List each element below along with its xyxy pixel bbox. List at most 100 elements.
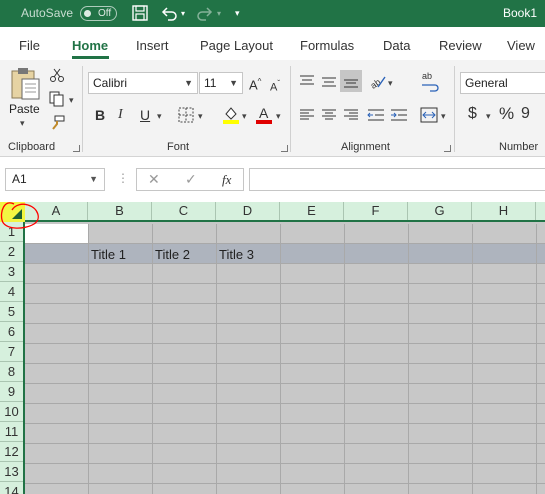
cell-c2[interactable]: Title 2 bbox=[155, 246, 190, 264]
tab-file[interactable]: File bbox=[19, 38, 40, 53]
tab-page-layout[interactable]: Page Layout bbox=[200, 38, 273, 53]
tab-home[interactable]: Home bbox=[72, 38, 108, 53]
redo-icon[interactable] bbox=[196, 4, 214, 22]
column-header-e[interactable]: E bbox=[280, 202, 344, 220]
row-header-7[interactable]: 7 bbox=[0, 342, 23, 362]
copy-dropdown-icon[interactable]: ▾ bbox=[69, 95, 74, 106]
italic-button[interactable]: I bbox=[118, 106, 123, 124]
align-center-icon[interactable] bbox=[321, 108, 337, 122]
fill-color-dropdown-icon[interactable]: ▾ bbox=[242, 111, 247, 122]
clipboard-launcher-icon[interactable] bbox=[73, 145, 80, 152]
row-header-10[interactable]: 10 bbox=[0, 402, 23, 422]
undo-dropdown-icon[interactable]: ▾ bbox=[181, 9, 185, 18]
save-icon[interactable] bbox=[131, 4, 149, 22]
currency-button[interactable]: $ bbox=[468, 105, 477, 123]
ribbon: Paste ▾ ▾ Clipboard Calibri ▼ 11 ▼ A^ Aˇ… bbox=[0, 60, 545, 157]
font-size-value: 11 bbox=[204, 76, 217, 90]
merge-center-icon[interactable] bbox=[420, 106, 438, 124]
align-bottom-button[interactable] bbox=[340, 70, 362, 92]
row-header-2[interactable]: 2 bbox=[0, 242, 23, 262]
cancel-icon[interactable]: ✕ bbox=[148, 171, 160, 188]
orientation-icon[interactable]: ab bbox=[368, 73, 386, 89]
name-box[interactable]: A1 ▼ bbox=[5, 168, 105, 191]
cell-b2[interactable]: Title 1 bbox=[91, 246, 126, 264]
row-header-12[interactable]: 12 bbox=[0, 442, 23, 462]
font-size-select[interactable]: 11 ▼ bbox=[199, 72, 243, 94]
toggle-knob bbox=[84, 10, 91, 17]
font-launcher-icon[interactable] bbox=[281, 145, 288, 152]
format-painter-icon[interactable] bbox=[49, 115, 65, 131]
enter-icon[interactable]: ✓ bbox=[185, 171, 197, 188]
number-format-select[interactable]: General bbox=[460, 72, 545, 94]
cut-icon[interactable] bbox=[49, 67, 65, 83]
underline-button[interactable]: U bbox=[140, 106, 150, 124]
cell-area[interactable]: Title 1 Title 2 Title 3 bbox=[25, 224, 545, 494]
insert-function-button[interactable]: fx bbox=[222, 172, 231, 188]
increase-indent-icon[interactable] bbox=[390, 108, 408, 122]
column-header-f[interactable]: F bbox=[344, 202, 408, 220]
row-header-6[interactable]: 6 bbox=[0, 322, 23, 342]
column-header-g[interactable]: G bbox=[408, 202, 472, 220]
row-header-9[interactable]: 9 bbox=[0, 382, 23, 402]
underline-dropdown-icon[interactable]: ▾ bbox=[157, 111, 162, 122]
comma-style-button[interactable]: 9 bbox=[521, 105, 530, 123]
paste-dropdown-icon[interactable]: ▾ bbox=[20, 118, 25, 129]
orientation-dropdown-icon[interactable]: ▾ bbox=[388, 78, 393, 89]
customize-quick-access-icon[interactable]: ▾ bbox=[235, 8, 240, 19]
currency-dropdown-icon[interactable]: ▾ bbox=[486, 111, 491, 122]
font-name-select[interactable]: Calibri ▼ bbox=[88, 72, 198, 94]
decrease-indent-icon[interactable] bbox=[367, 108, 385, 122]
row-header-3[interactable]: 3 bbox=[0, 262, 23, 282]
tab-review[interactable]: Review bbox=[439, 38, 482, 53]
wrap-text-icon[interactable]: ab bbox=[420, 70, 440, 92]
gridline bbox=[25, 243, 545, 244]
borders-dropdown-icon[interactable]: ▾ bbox=[198, 111, 203, 122]
formula-input[interactable] bbox=[249, 168, 545, 191]
paste-label[interactable]: Paste bbox=[9, 102, 40, 116]
row-header-5[interactable]: 5 bbox=[0, 302, 23, 322]
font-color-dropdown-icon[interactable]: ▾ bbox=[276, 111, 281, 122]
tab-view[interactable]: View bbox=[507, 38, 535, 53]
gridline bbox=[25, 383, 545, 384]
tab-formulas[interactable]: Formulas bbox=[300, 38, 354, 53]
row-header-14[interactable]: 14 bbox=[0, 482, 23, 494]
decrease-font-size-icon[interactable]: Aˇ bbox=[270, 75, 280, 97]
fill-color-icon[interactable] bbox=[222, 105, 240, 125]
column-header-b[interactable]: B bbox=[88, 202, 152, 220]
align-left-icon[interactable] bbox=[299, 108, 315, 122]
alignment-launcher-icon[interactable] bbox=[444, 145, 451, 152]
borders-icon[interactable] bbox=[178, 107, 194, 123]
copy-icon[interactable] bbox=[49, 91, 65, 107]
column-header-c[interactable]: C bbox=[152, 202, 216, 220]
gridline bbox=[88, 224, 89, 494]
autosave-label: AutoSave bbox=[21, 6, 74, 20]
redo-dropdown-icon[interactable]: ▾ bbox=[217, 9, 221, 18]
percent-button[interactable]: % bbox=[499, 105, 514, 123]
row-header-4[interactable]: 4 bbox=[0, 282, 23, 302]
font-color-icon[interactable]: A bbox=[255, 105, 273, 125]
tab-insert[interactable]: Insert bbox=[136, 38, 169, 53]
autosave-toggle[interactable]: Off bbox=[80, 6, 117, 21]
bold-button[interactable]: B bbox=[95, 106, 105, 124]
align-middle-icon[interactable] bbox=[321, 74, 337, 88]
drag-handle-icon[interactable]: ⋮ bbox=[117, 171, 129, 185]
align-top-icon[interactable] bbox=[299, 74, 315, 88]
row-header-8[interactable]: 8 bbox=[0, 362, 23, 382]
gridline bbox=[152, 224, 153, 494]
column-header-d[interactable]: D bbox=[216, 202, 280, 220]
gridline bbox=[25, 303, 545, 304]
row-header-13[interactable]: 13 bbox=[0, 462, 23, 482]
row-header-11[interactable]: 11 bbox=[0, 422, 23, 442]
align-right-icon[interactable] bbox=[343, 108, 359, 122]
column-header-h[interactable]: H bbox=[472, 202, 536, 220]
font-group-label: Font bbox=[167, 141, 190, 153]
increase-font-size-icon[interactable]: A^ bbox=[249, 73, 261, 94]
cell-d2[interactable]: Title 3 bbox=[219, 246, 254, 264]
gridline bbox=[280, 224, 281, 494]
undo-icon[interactable] bbox=[160, 4, 178, 22]
merge-dropdown-icon[interactable]: ▾ bbox=[441, 111, 446, 122]
gridline bbox=[25, 343, 545, 344]
tab-data[interactable]: Data bbox=[383, 38, 410, 53]
gridline bbox=[25, 403, 545, 404]
paste-icon[interactable] bbox=[9, 67, 43, 101]
